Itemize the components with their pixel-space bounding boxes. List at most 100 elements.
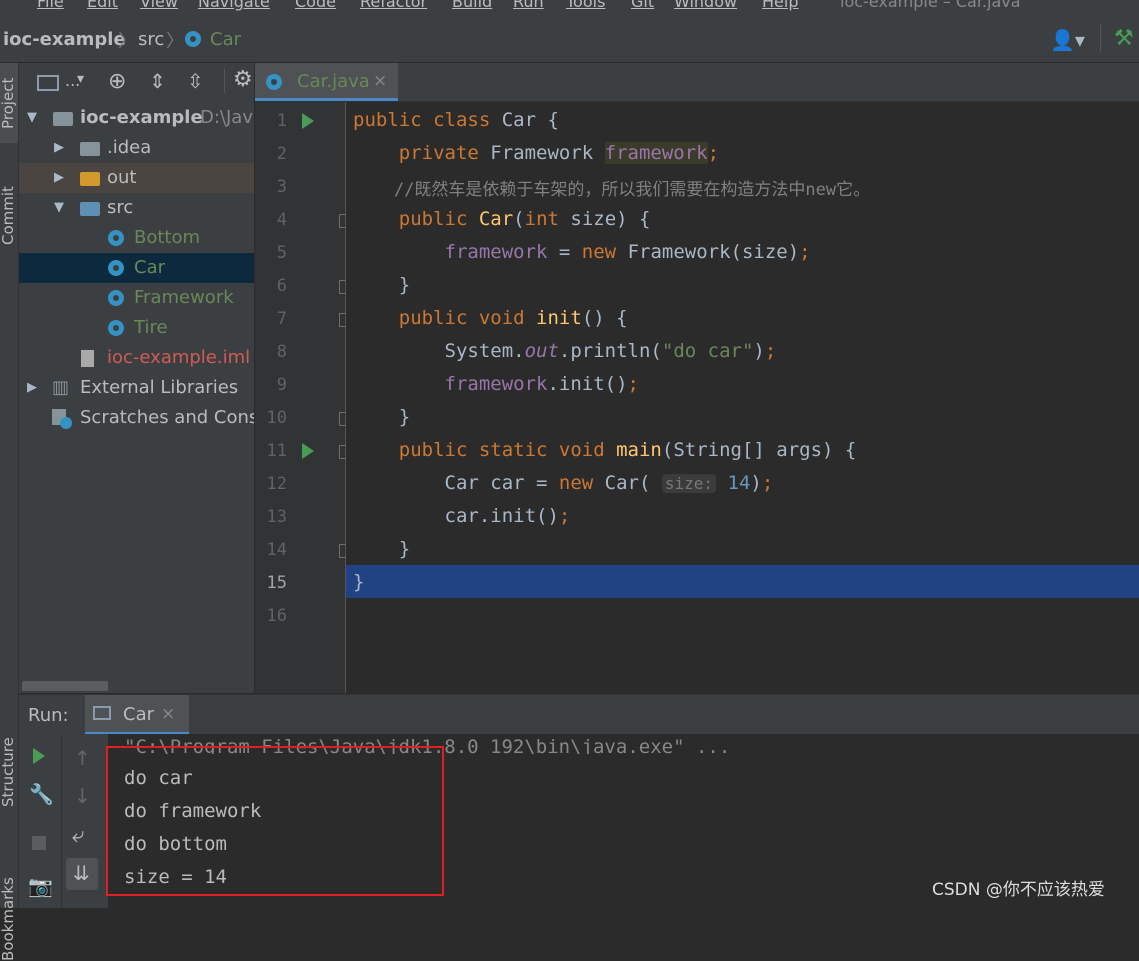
line-number: 1 <box>276 111 287 131</box>
tree-item-class[interactable]: Tire <box>19 313 254 343</box>
line-number: 10 <box>266 408 287 428</box>
line-number: 2 <box>276 144 287 164</box>
menu-file[interactable]: File <box>37 0 64 11</box>
tree-item-class[interactable]: Bottom <box>19 223 254 253</box>
menu-build[interactable]: Build <box>452 0 492 11</box>
stop-icon[interactable] <box>32 836 46 850</box>
tab-bookmarks[interactable]: Bookmarks <box>0 877 17 961</box>
gear-icon[interactable]: ⚙ <box>233 67 253 92</box>
rerun-icon[interactable] <box>33 748 45 764</box>
code-line: Car car = new Car( size: 14); <box>353 472 774 494</box>
tree-item-label: src <box>107 197 134 218</box>
window-title: ioc-example – Car.java <box>840 0 1021 11</box>
horizontal-scrollbar[interactable] <box>22 681 108 691</box>
breadcrumb-separator-icon: 〉 <box>118 31 136 52</box>
console-output[interactable]: "C:\Program Files\Java\jdk1.8.0_192\bin\… <box>106 734 1139 908</box>
module-folder-icon <box>53 112 73 126</box>
tree-item-label: .idea <box>107 137 152 158</box>
breadcrumb-file[interactable]: Car <box>210 29 241 50</box>
chevron-right-icon[interactable]: ▶ <box>54 133 64 163</box>
line-number: 14 <box>266 540 287 560</box>
code-line: } <box>353 538 411 560</box>
close-icon[interactable]: × <box>161 704 175 724</box>
java-class-icon <box>185 31 201 47</box>
parameter-hint: size: <box>661 474 717 493</box>
menu-view[interactable]: View <box>140 0 178 11</box>
menu-code[interactable]: Code <box>295 0 336 11</box>
menu-tools[interactable]: Tools <box>566 0 605 11</box>
code-line: framework = new Framework(size); <box>444 241 811 263</box>
tab-structure[interactable]: Structure <box>0 737 17 807</box>
run-panel-header: Run: Car × <box>19 694 1139 735</box>
source-folder-icon <box>80 202 100 216</box>
code-line: } <box>353 571 365 593</box>
code-line: private Framework framework; <box>398 142 720 164</box>
arrow-up-icon[interactable]: ↑ <box>74 746 91 770</box>
tab-label: Car.java <box>297 71 370 92</box>
code-editor[interactable]: public class Car { private Framework fra… <box>346 102 1139 693</box>
run-label: Run: <box>28 705 69 726</box>
close-icon[interactable]: × <box>373 71 387 91</box>
tab-commit[interactable]: Commit <box>0 186 17 245</box>
toolbar-divider <box>224 69 225 93</box>
locate-icon[interactable]: ⊕ <box>108 69 126 94</box>
scroll-to-end-button[interactable]: ⇊ <box>66 858 98 890</box>
menu-navigate[interactable]: Navigate <box>198 0 270 11</box>
java-class-icon <box>108 320 124 336</box>
code-line: public void init() { <box>398 307 628 329</box>
code-line: public Car(int size) { <box>398 208 651 230</box>
build-hammer-icon[interactable]: ⚒ <box>1114 26 1134 51</box>
breadcrumb-src[interactable]: src <box>138 29 164 50</box>
arrow-down-icon[interactable]: ↓ <box>74 784 91 808</box>
line-number: 5 <box>276 243 287 263</box>
tree-item-iml[interactable]: ioc-example.iml <box>19 343 254 373</box>
run-class-icon[interactable] <box>302 113 314 129</box>
camera-icon[interactable]: 📷 <box>28 874 53 898</box>
menu-refactor[interactable]: Refactor <box>360 0 427 11</box>
code-line: framework.init(); <box>444 373 639 395</box>
tree-item-root[interactable]: ▼ ioc-example D:\Java <box>19 103 254 133</box>
chevron-right-icon[interactable]: ▶ <box>54 163 64 193</box>
collapse-all-icon[interactable]: ⇳ <box>187 69 204 93</box>
chevron-down-icon[interactable]: ▼ <box>54 193 64 223</box>
expand-all-icon[interactable]: ⇕ <box>149 69 166 93</box>
menu-edit[interactable]: Edit <box>87 0 118 11</box>
line-number-current: 15 <box>266 573 287 593</box>
tree-root-path: D:\Java <box>200 107 254 128</box>
tab-project[interactable]: Project <box>0 78 17 129</box>
run-tab-car[interactable]: Car × <box>85 695 189 735</box>
tree-item-src[interactable]: ▼ src <box>19 193 254 223</box>
tree-item-class[interactable]: Framework <box>19 283 254 313</box>
chevron-down-icon[interactable]: ▼ <box>27 103 37 133</box>
tree-item-class-selected[interactable]: Car <box>19 253 254 283</box>
soft-wrap-icon[interactable]: ⤶ <box>72 823 84 848</box>
tree-item-label: External Libraries <box>80 377 239 398</box>
wrench-icon[interactable]: 🔧 <box>29 782 54 806</box>
tab-car-java[interactable]: Car.java × <box>255 63 398 101</box>
tree-item-label: Car <box>134 257 165 278</box>
tree-item-idea[interactable]: ▶ .idea <box>19 133 254 163</box>
java-class-icon <box>266 74 282 90</box>
line-number: 7 <box>276 309 287 329</box>
chevron-right-icon[interactable]: ▶ <box>27 373 37 403</box>
clock-icon <box>60 417 72 429</box>
breadcrumb-project[interactable]: ioc-example <box>3 29 126 50</box>
chevron-down-icon[interactable]: ▾ <box>77 71 84 87</box>
menu-help[interactable]: Help <box>762 0 798 11</box>
tree-item-label: Tire <box>134 317 168 338</box>
project-view-icon[interactable] <box>37 75 59 91</box>
line-number: 13 <box>266 507 287 527</box>
user-icon[interactable]: 👤▾ <box>1050 28 1085 52</box>
excluded-folder-icon <box>80 172 100 186</box>
menu-git[interactable]: Git <box>631 0 654 11</box>
menu-window[interactable]: Window <box>674 0 737 11</box>
tree-item-scratches[interactable]: Scratches and Consoles <box>19 403 254 433</box>
java-class-icon <box>108 260 124 276</box>
project-panel: ... ▾ ⊕ ⇕ ⇳ ⚙ ▼ ioc-example D:\Java ▶ .i… <box>19 63 254 693</box>
menu-run[interactable]: Run <box>513 0 544 11</box>
run-main-icon[interactable] <box>302 443 314 459</box>
editor-tab-bar: Car.java × <box>255 63 1139 102</box>
tree-item-external-libraries[interactable]: ▶ ▥ External Libraries <box>19 373 254 403</box>
tree-item-out[interactable]: ▶ out <box>19 163 254 193</box>
console-icon <box>93 706 111 720</box>
